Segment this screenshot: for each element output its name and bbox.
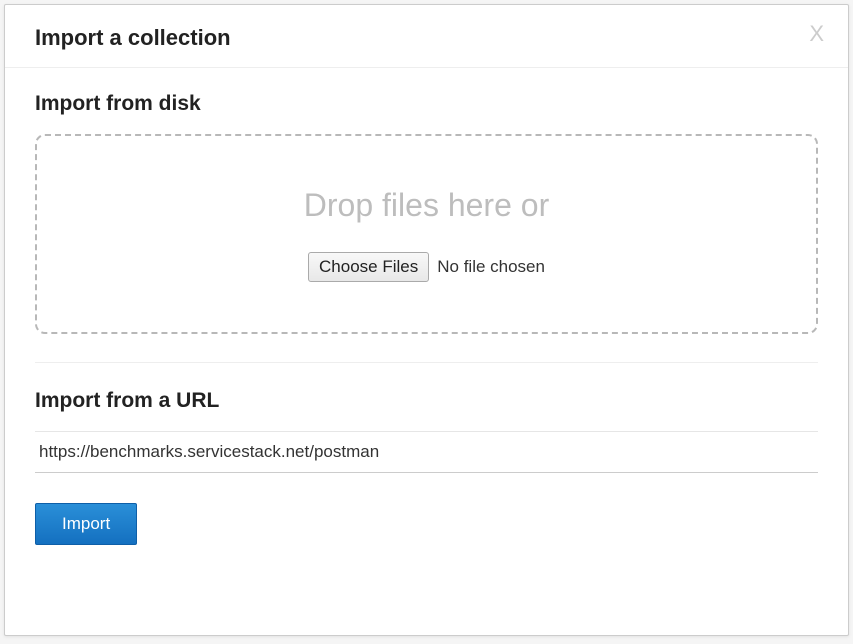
import-from-url-title: Import from a URL <box>35 389 818 413</box>
modal-header: Import a collection X <box>5 5 848 68</box>
section-divider <box>35 362 818 363</box>
choose-files-button[interactable]: Choose Files <box>308 252 429 282</box>
close-icon[interactable]: X <box>809 23 824 45</box>
modal-title: Import a collection <box>35 25 818 51</box>
import-button[interactable]: Import <box>35 503 137 545</box>
import-collection-modal: Import a collection X Import from disk D… <box>4 4 849 636</box>
drop-files-text: Drop files here or <box>304 187 549 224</box>
import-from-disk-title: Import from disk <box>35 92 818 116</box>
file-chooser: Choose Files No file chosen <box>308 252 545 282</box>
file-dropzone[interactable]: Drop files here or Choose Files No file … <box>35 134 818 334</box>
modal-body: Import from disk Drop files here or Choo… <box>5 68 848 635</box>
file-chosen-status: No file chosen <box>437 257 545 277</box>
url-input[interactable] <box>35 431 818 473</box>
